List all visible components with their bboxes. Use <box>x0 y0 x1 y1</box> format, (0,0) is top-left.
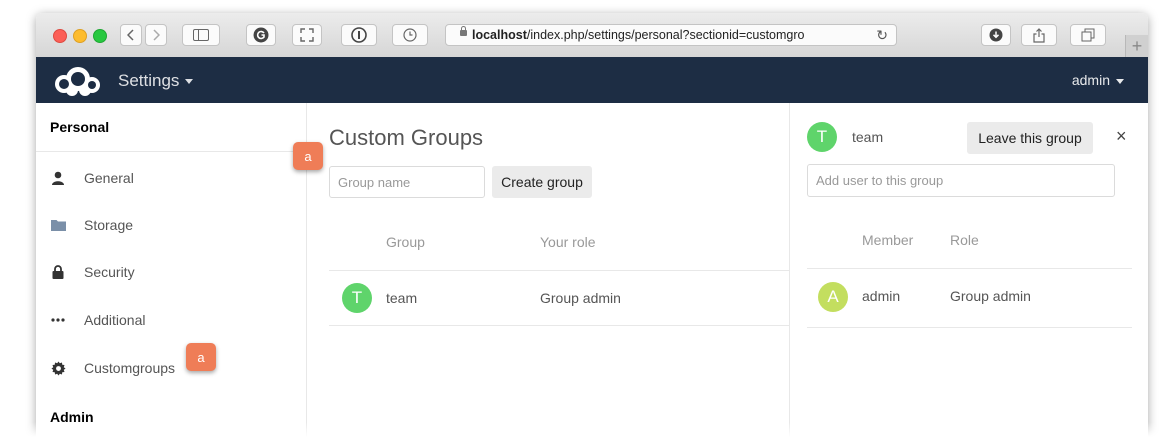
divider <box>329 325 789 326</box>
username: admin <box>1071 72 1110 88</box>
more-icon <box>50 312 66 328</box>
caret-down-icon <box>185 79 194 85</box>
downloads-button[interactable] <box>981 24 1011 46</box>
member-role-cell: Group admin <box>950 288 1031 304</box>
settings-sidebar: Personal General Storage Security Additi… <box>36 103 307 437</box>
reload-icon[interactable]: ↻ <box>876 27 888 44</box>
section-title-personal: Personal <box>50 119 110 135</box>
tabs-overview-button[interactable] <box>1070 24 1106 46</box>
user-menu[interactable]: admin <box>1072 72 1124 88</box>
avatar: A <box>818 282 848 312</box>
column-header-member: Member <box>862 232 914 248</box>
browser-window: localhost/index.php/settings/personal?se… <box>36 13 1148 437</box>
sidebar-toggle-button[interactable] <box>182 24 220 46</box>
user-icon <box>50 170 66 186</box>
column-header-your-role: Your role <box>540 234 596 250</box>
history-extension-button[interactable] <box>392 24 428 46</box>
owncloud-logo-icon <box>55 67 100 96</box>
member-row[interactable]: A admin Group admin <box>807 269 1132 327</box>
url-path: /index.php/settings/personal?sectionid=c… <box>526 28 805 42</box>
add-user-input[interactable]: Add user to this group <box>807 164 1115 197</box>
app-menu-toggle[interactable]: Settings <box>118 71 194 91</box>
chevron-right-icon <box>153 29 160 41</box>
sidebar-item-label: Storage <box>84 217 134 233</box>
new-tab-button[interactable]: + <box>1125 35 1148 57</box>
column-header-role: Role <box>950 232 979 248</box>
back-button[interactable] <box>120 24 142 46</box>
sidebar-item-label: General <box>84 170 134 186</box>
divider <box>36 151 306 152</box>
address-bar[interactable]: localhost/index.php/settings/personal?se… <box>445 24 897 46</box>
grammarly-extension-button[interactable] <box>246 24 276 46</box>
sidebar-item-additional[interactable]: Additional <box>36 297 306 343</box>
zoom-window-button[interactable] <box>93 29 107 43</box>
sidebar-item-general[interactable]: General <box>36 155 306 201</box>
page-title: Custom Groups <box>329 125 484 150</box>
lock-icon <box>50 264 66 280</box>
sidebar-item-security[interactable]: Security <box>36 249 306 295</box>
url-host: localhost <box>472 28 527 42</box>
url-text: localhost/index.php/settings/personal?se… <box>472 28 896 42</box>
avatar: T <box>342 283 372 313</box>
app-header: Settings admin <box>36 57 1148 103</box>
app-title: Settings <box>118 71 180 90</box>
sidebar-item-label: Security <box>84 264 135 280</box>
sidebar-item-storage[interactable]: Storage <box>36 202 306 248</box>
annotation-badge: a <box>293 142 323 170</box>
group-name-input[interactable]: Group name <box>329 166 485 198</box>
group-avatar: T <box>807 122 837 152</box>
sidebar-item-label: Additional <box>84 312 146 328</box>
grammarly-icon <box>253 27 269 43</box>
chevron-left-icon <box>127 29 134 41</box>
gear-icon <box>50 360 66 376</box>
tabs-icon <box>1081 28 1095 42</box>
bottom-fade <box>0 422 1173 437</box>
close-window-button[interactable] <box>53 29 67 43</box>
annotation-badge: a <box>186 343 216 371</box>
clock-icon <box>403 28 417 42</box>
download-icon <box>989 28 1003 42</box>
share-button[interactable] <box>1021 24 1057 46</box>
group-name-cell: team <box>386 290 418 306</box>
leave-group-button[interactable]: Leave this group <box>967 122 1093 154</box>
browser-toolbar: localhost/index.php/settings/personal?se… <box>36 13 1148 58</box>
custom-groups-main: Custom Groups Group name Create group Gr… <box>307 103 789 437</box>
column-header-group: Group <box>386 234 425 250</box>
member-name-cell: admin <box>862 288 901 304</box>
onepassword-icon <box>351 27 367 43</box>
expand-icon <box>300 28 314 42</box>
divider <box>807 327 1132 328</box>
lock-icon <box>460 26 467 36</box>
forward-button[interactable] <box>145 24 167 46</box>
create-group-button[interactable]: Create group <box>492 166 592 198</box>
sidebar-item-customgroups[interactable]: Customgroups <box>36 345 306 391</box>
role-cell: Group admin <box>540 290 621 306</box>
share-icon <box>1033 27 1045 43</box>
caret-down-icon <box>1116 78 1124 84</box>
minimize-window-button[interactable] <box>73 29 87 43</box>
table-row[interactable]: T team Group admin <box>329 271 789 326</box>
fullscreen-extension-button[interactable] <box>292 24 322 46</box>
sidebar-icon <box>193 29 209 41</box>
sidebar-item-label: Customgroups <box>84 360 176 376</box>
folder-icon <box>50 217 66 233</box>
close-icon[interactable]: × <box>1116 126 1127 147</box>
group-title: team <box>852 129 884 145</box>
password-extension-button[interactable] <box>341 24 377 46</box>
group-details-panel: T team Leave this group × Add user to th… <box>789 103 1148 437</box>
